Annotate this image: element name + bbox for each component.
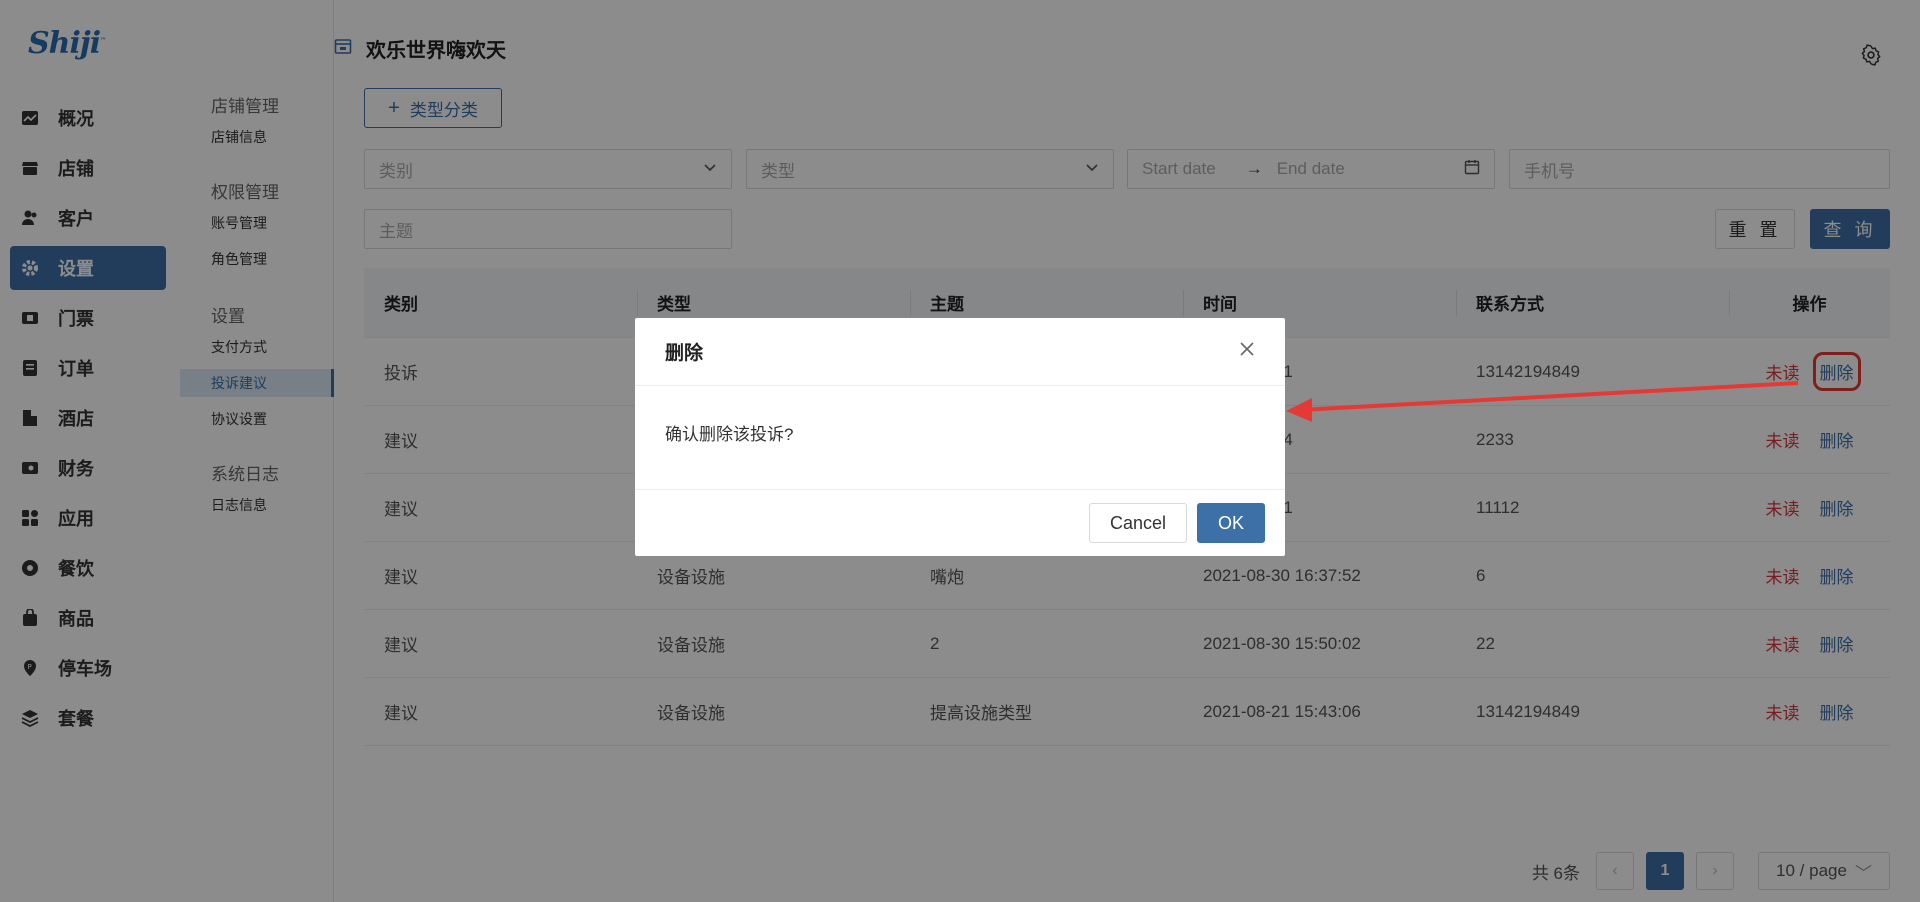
close-icon[interactable]	[1239, 341, 1255, 362]
modal-message: 确认删除该投诉?	[635, 386, 1285, 490]
ok-button[interactable]: OK	[1196, 503, 1265, 543]
delete-confirm-modal: 删除 确认删除该投诉? Cancel OK	[635, 318, 1285, 556]
modal-header: 删除	[635, 318, 1285, 386]
cancel-button[interactable]: Cancel	[1088, 503, 1187, 543]
modal-title: 删除	[665, 343, 704, 364]
modal-footer: Cancel OK	[635, 490, 1285, 556]
